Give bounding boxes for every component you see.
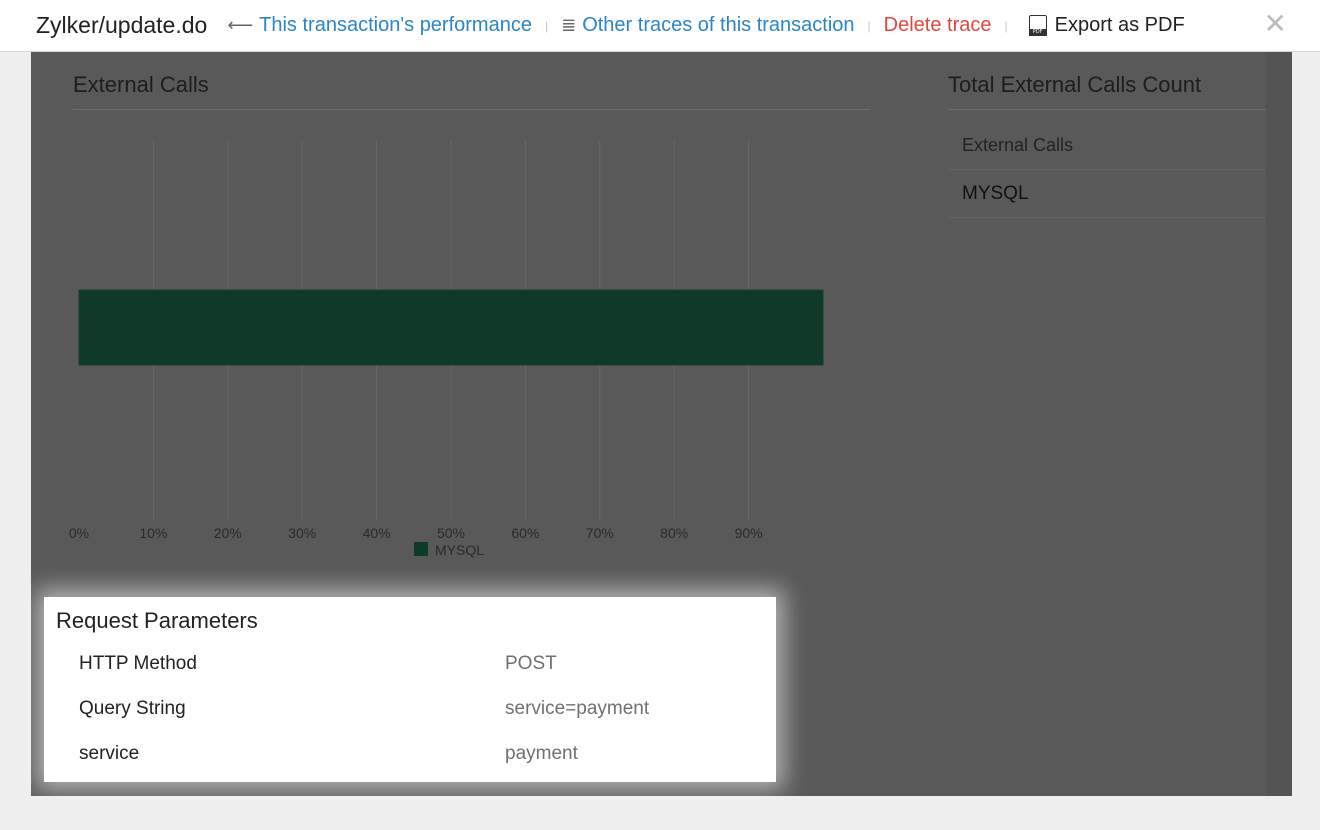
param-row: HTTP Method POST — [44, 653, 776, 683]
param-value: service=payment — [505, 698, 650, 719]
table-cell: MYSQL — [962, 182, 1029, 204]
chart-bar — [78, 289, 824, 366]
param-key: Query String — [79, 698, 186, 719]
list-icon: ≣ — [561, 15, 577, 35]
header-separator: | — [544, 18, 549, 33]
header-separator: | — [1004, 18, 1008, 33]
x-tick-label: 80% — [660, 525, 688, 541]
header-separator: | — [867, 18, 871, 33]
total-calls-header: External Calls — [948, 122, 1266, 170]
x-tick-label: 20% — [214, 525, 242, 541]
transaction-performance-link[interactable]: ⟵ This transaction's performance — [227, 14, 532, 37]
close-icon[interactable]: ✕ — [1264, 10, 1287, 38]
export-pdf-label: Export as PDF — [1054, 14, 1185, 36]
transaction-performance-label: This transaction's performance — [259, 14, 532, 36]
other-traces-link[interactable]: ≣ Other traces of this transaction — [561, 14, 854, 37]
legend-label: MYSQL — [435, 542, 484, 558]
x-tick-label: 10% — [139, 525, 167, 541]
x-tick-label: 70% — [586, 525, 614, 541]
param-row: service payment — [44, 743, 776, 773]
x-tick-label: 30% — [288, 525, 316, 541]
request-parameters-title: Request Parameters — [56, 608, 258, 633]
x-tick-label: 40% — [363, 525, 391, 541]
arrow-left-icon: ⟵ — [227, 15, 254, 35]
section-divider — [948, 109, 1266, 110]
param-key: service — [79, 743, 140, 764]
legend-swatch — [414, 542, 428, 556]
param-value: payment — [505, 743, 578, 764]
x-tick-label: 90% — [735, 525, 763, 541]
x-tick-label: 50% — [437, 525, 465, 541]
x-tick-label: 60% — [511, 525, 539, 541]
table-row: MYSQL — [948, 170, 1266, 218]
request-parameters-panel: Request Parameters HTTP Method POST Quer… — [44, 597, 776, 782]
transaction-title: Zylker/update.do — [36, 12, 208, 38]
external-calls-chart: 0% 10% 20% 30% 40% 50% 60% 70% 80% 90% MYSQL — [69, 140, 824, 558]
x-tick-label: 0% — [69, 525, 89, 541]
param-value: POST — [505, 653, 557, 674]
pdf-icon — [1028, 15, 1047, 36]
param-key: HTTP Method — [79, 653, 197, 674]
other-traces-label: Other traces of this transaction — [582, 14, 855, 36]
total-calls-title: Total External Calls Count — [948, 72, 1202, 97]
param-row: Query String service=payment — [44, 698, 776, 728]
scrollbar[interactable] — [1266, 52, 1292, 796]
trace-header: Zylker/update.do ⟵ This transaction's pe… — [0, 0, 1320, 52]
column-header: External Calls — [962, 135, 1074, 155]
delete-trace-button[interactable]: Delete trace — [884, 14, 992, 37]
export-pdf-button[interactable]: Export as PDF — [1028, 14, 1185, 37]
